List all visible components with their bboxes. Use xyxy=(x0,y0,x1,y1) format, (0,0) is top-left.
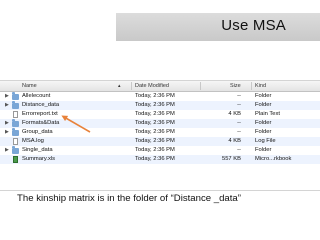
column-divider[interactable] xyxy=(200,82,201,90)
file-row[interactable]: ▶ Single_data Today, 2:36 PM -- Folder xyxy=(0,146,320,155)
slide-title: Use MSA xyxy=(221,17,286,34)
file-size: 4 KB xyxy=(228,138,241,144)
file-size: -- xyxy=(237,102,241,108)
file-name: Formats&Data xyxy=(22,120,60,126)
file-kind: Micro...rkbook xyxy=(255,156,292,162)
file-date: Today, 2:36 PM xyxy=(135,138,175,144)
file-row[interactable]: MSA.log Today, 2:36 PM 4 KB Log File xyxy=(0,137,320,146)
file-name: Single_data xyxy=(22,147,53,153)
file-row[interactable]: ▶ Formats&Data Today, 2:36 PM -- Folder xyxy=(0,119,320,128)
column-header-date[interactable]: Date Modified xyxy=(135,81,169,91)
slide-title-bar: Use MSA xyxy=(116,13,320,41)
file-date: Today, 2:36 PM xyxy=(135,102,175,108)
disclosure-triangle-icon[interactable]: ▶ xyxy=(5,92,9,101)
file-kind: Folder xyxy=(255,129,272,135)
file-name: Summary.xls xyxy=(22,156,56,162)
file-name: Allelecount xyxy=(22,93,51,99)
file-size: -- xyxy=(237,120,241,126)
column-divider[interactable] xyxy=(131,82,132,90)
sort-chevron-icon[interactable]: ▴ xyxy=(118,81,121,91)
file-size: -- xyxy=(237,129,241,135)
disclosure-triangle-icon[interactable]: ▶ xyxy=(5,101,9,110)
slide-caption: The kinship matrix is in the folder of “… xyxy=(17,193,241,204)
column-header-bar: Name ▴ Date Modified Size Kind xyxy=(0,81,320,92)
column-header-size[interactable]: Size xyxy=(230,81,241,91)
file-kind: Folder xyxy=(255,102,272,108)
text-file-icon xyxy=(13,111,18,118)
file-size: -- xyxy=(237,93,241,99)
file-name: Distance_data xyxy=(22,102,60,108)
file-date: Today, 2:36 PM xyxy=(135,93,175,99)
file-size: 4 KB xyxy=(228,111,241,117)
file-row[interactable]: ▶ Distance_data Today, 2:36 PM -- Folder xyxy=(0,101,320,110)
folder-icon xyxy=(12,92,19,100)
file-kind: Plain Text xyxy=(255,111,281,117)
log-file-icon xyxy=(13,138,18,145)
folder-icon xyxy=(12,128,19,136)
file-kind: Folder xyxy=(255,120,272,126)
file-name: Errorreport.txt xyxy=(22,111,58,117)
column-divider[interactable] xyxy=(251,82,252,90)
file-date: Today, 2:36 PM xyxy=(135,111,175,117)
file-date: Today, 2:36 PM xyxy=(135,129,175,135)
file-name: MSA.log xyxy=(22,138,44,144)
disclosure-triangle-icon[interactable]: ▶ xyxy=(5,119,9,128)
file-row[interactable]: ▶ Allelecount Today, 2:36 PM -- Folder xyxy=(0,92,320,101)
finder-list-view: Name ▴ Date Modified Size Kind ▶ Alleleco… xyxy=(0,80,320,191)
file-kind: Folder xyxy=(255,93,272,99)
column-header-kind[interactable]: Kind xyxy=(255,81,266,91)
file-name: Group_data xyxy=(22,129,53,135)
folder-icon xyxy=(12,101,19,109)
file-kind: Folder xyxy=(255,147,272,153)
file-row[interactable]: ▶ Group_data Today, 2:36 PM -- Folder xyxy=(0,128,320,137)
spreadsheet-icon xyxy=(13,156,18,163)
folder-icon xyxy=(12,146,19,154)
file-row[interactable]: Errorreport.txt Today, 2:36 PM 4 KB Plain T… xyxy=(0,110,320,119)
file-date: Today, 2:36 PM xyxy=(135,147,175,153)
column-header-name[interactable]: Name xyxy=(22,81,37,91)
file-row[interactable]: Summary.xls Today, 2:36 PM 557 KB Micro...r… xyxy=(0,155,320,164)
file-size: 557 KB xyxy=(221,156,241,162)
file-date: Today, 2:36 PM xyxy=(135,120,175,126)
file-kind: Log File xyxy=(255,138,276,144)
disclosure-triangle-icon[interactable]: ▶ xyxy=(5,128,9,137)
folder-icon xyxy=(12,119,19,127)
disclosure-triangle-icon[interactable]: ▶ xyxy=(5,146,9,155)
file-list: ▶ Allelecount Today, 2:36 PM -- Folder ▶ Dista… xyxy=(0,92,320,164)
file-date: Today, 2:36 PM xyxy=(135,156,175,162)
file-size: -- xyxy=(237,147,241,153)
